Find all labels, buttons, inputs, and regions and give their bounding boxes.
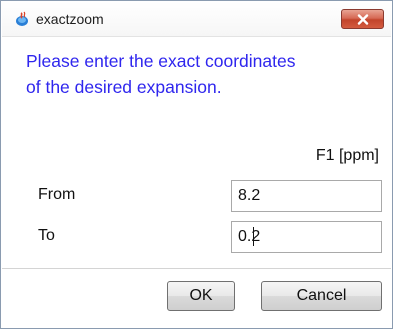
ok-button[interactable]: OK <box>167 281 235 311</box>
close-icon <box>357 14 369 25</box>
from-input[interactable] <box>231 180 382 212</box>
text-caret <box>253 227 254 246</box>
to-label: To <box>38 227 55 244</box>
title-bar[interactable]: exactzoom <box>2 2 391 37</box>
column-header: F1 [ppm] <box>315 147 379 164</box>
close-button[interactable] <box>341 9 384 29</box>
window-title: exactzoom <box>36 11 104 27</box>
instruction-message: Please enter the exact coordinates of th… <box>26 48 386 100</box>
exactzoom-dialog: exactzoom Please enter the exact coordin… <box>0 0 393 329</box>
java-cup-icon <box>14 11 30 27</box>
message-line-1: Please enter the exact coordinates <box>26 51 296 71</box>
message-line-2: of the desired expansion. <box>26 77 222 97</box>
cancel-button[interactable]: Cancel <box>261 281 382 311</box>
from-label: From <box>38 186 76 203</box>
